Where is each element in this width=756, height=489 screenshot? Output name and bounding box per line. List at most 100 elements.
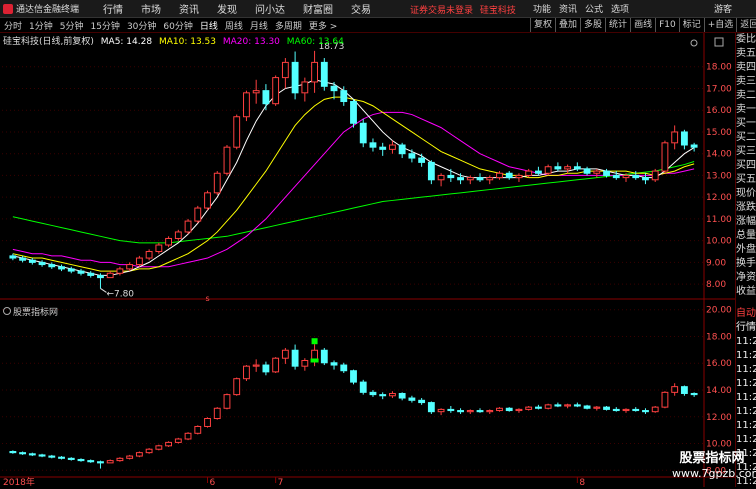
menu-formula[interactable]: 公式 [585, 2, 603, 15]
sub-candle-body [564, 404, 572, 407]
candle-body [340, 90, 348, 103]
menu-info[interactable]: 资讯 [559, 2, 577, 15]
sub-candle-body [184, 432, 192, 440]
tool-overlay[interactable]: 叠加 [555, 18, 580, 32]
quote-label: 卖三 [736, 76, 756, 87]
tab-60min[interactable]: 60分钟 [163, 19, 192, 32]
quote-label: 卖一 [736, 104, 756, 115]
sub-candle-body [418, 399, 426, 404]
sub-candle-body [554, 404, 562, 407]
x-tick-label: 6 [210, 478, 216, 487]
candle-body [38, 261, 46, 266]
price-tick-label: 17.00 [706, 84, 732, 94]
menu-function[interactable]: 功能 [533, 2, 551, 15]
guest-button[interactable]: 游客 [714, 2, 732, 15]
stock-name: 硅宝科技(日线,前复权) [3, 37, 94, 47]
candle-body [671, 131, 679, 144]
tab-weekly[interactable]: 周线 [225, 19, 243, 32]
price-tick-label: 12.00 [706, 193, 732, 203]
sub-candle-body [525, 406, 533, 410]
tool-stats[interactable]: 统计 [605, 18, 630, 32]
candle-body [447, 174, 455, 179]
quote-label: 净资 [736, 272, 756, 283]
tool-adjust[interactable]: 复权 [530, 18, 555, 32]
menu-trade[interactable]: 交易 [351, 1, 371, 16]
tool-draw[interactable]: 画线 [630, 18, 655, 32]
quote-label: 买三 [736, 146, 756, 157]
candle-body [612, 174, 620, 179]
candle-body [87, 272, 95, 276]
tab-monthly[interactable]: 月线 [250, 19, 268, 32]
login-notice[interactable]: 证券交易未登录 硅宝科技 [410, 3, 516, 16]
candle-body [690, 144, 698, 148]
tab-5min[interactable]: 5分钟 [60, 19, 84, 32]
candle-body [9, 255, 17, 259]
candle-body [418, 157, 426, 163]
stock-link[interactable]: 硅宝科技 [480, 6, 516, 16]
sub-candle-body [437, 408, 445, 413]
main-menu: 行情 市场 资讯 发现 问小达 财富圈 交易 [103, 1, 389, 16]
ma20-line [12, 111, 695, 268]
tab-1min[interactable]: 1分钟 [29, 19, 53, 32]
tab-daily[interactable]: 日线 [200, 19, 218, 32]
tool-multi-stock[interactable]: 多股 [580, 18, 605, 32]
candle-body [379, 146, 387, 150]
quote-label: 外盘 [736, 244, 756, 255]
sub-indicator-name: 股票指标网 [13, 308, 59, 318]
tool-add-watch[interactable]: +自选 [703, 18, 737, 32]
sub-candle-body [330, 362, 338, 366]
menu-discover[interactable]: 发现 [217, 1, 237, 16]
candle-body [680, 131, 688, 146]
candle-body [515, 174, 523, 179]
sub-candle-body [505, 407, 513, 412]
sub-candle-body [116, 457, 124, 462]
sub-candle-body [651, 406, 659, 413]
menu-options[interactable]: 选项 [611, 2, 629, 15]
quote-label: 委比 [736, 34, 756, 45]
sub-candle-body [642, 410, 649, 413]
candle-body [155, 244, 163, 253]
sub-candle-body [603, 406, 610, 410]
tick-time: 11:29 [736, 392, 756, 403]
tool-back[interactable]: 返回 [736, 18, 756, 32]
x-tick-label: 2018年 [3, 476, 35, 487]
tab-multi-period[interactable]: 多周期 [275, 19, 302, 32]
candle-body [145, 251, 153, 259]
candle-body [272, 77, 280, 105]
menu-ask[interactable]: 问小达 [255, 1, 285, 16]
tool-mark[interactable]: 标记 [678, 18, 704, 32]
quote-panel: 委比 卖五 卖四 卖三 卖二 卖一 买一 买二 买三 买四 买五 现价 涨跌 涨幅 总量 外盘 换手 净资 收益 自… [735, 33, 756, 487]
ma20-value: MA20: 13.30 [222, 37, 280, 47]
ma10-value: MA10: 13.53 [158, 37, 216, 47]
tab-30min[interactable]: 30分钟 [127, 19, 156, 32]
price-tick-label: 16.00 [706, 106, 732, 116]
sub-tick-label: 14.00 [706, 386, 732, 396]
sub-candle-body [671, 386, 679, 393]
tab-more[interactable]: 更多 > [309, 19, 337, 32]
candle-body [369, 142, 377, 148]
sub-candle-body [320, 349, 328, 364]
chart-tools: 复权 叠加 多股 统计 画线 F10 标记 +自选 返回 [530, 18, 756, 32]
candle-body [58, 266, 65, 270]
sub-candle-body [573, 404, 581, 407]
ticks-title[interactable]: 自动 [736, 307, 756, 321]
menu-wealth[interactable]: 财富圈 [303, 1, 333, 16]
tool-f10[interactable]: F10 [655, 18, 679, 32]
candle-body [28, 259, 36, 263]
menu-quotes[interactable]: 行情 [103, 1, 123, 16]
x-tick-label: 7 [278, 478, 284, 487]
sub-candle-body [87, 460, 95, 463]
candle-body [398, 144, 406, 155]
candle-body [165, 237, 173, 246]
menu-news[interactable]: 资讯 [179, 1, 199, 16]
period-toolbar: 分时 1分钟 5分钟 15分钟 30分钟 60分钟 日线 周线 月线 多周期 更… [0, 18, 756, 33]
tab-15min[interactable]: 15分钟 [90, 19, 119, 32]
sub-candle-body [583, 405, 591, 409]
quote-label: 现价 [736, 188, 756, 199]
chart-area[interactable]: 18.00 17.00 16.00 15.00 14.00 13.00 12.00 11.00… [0, 33, 735, 487]
menu-market[interactable]: 市场 [141, 1, 161, 16]
candle-body [184, 220, 192, 233]
ma-legend: 硅宝科技(日线,前复权) MA5: 14.28 MA10: 13.53 MA20… [3, 34, 348, 47]
candle-body [320, 61, 328, 87]
tab-intraday[interactable]: 分时 [4, 19, 22, 32]
